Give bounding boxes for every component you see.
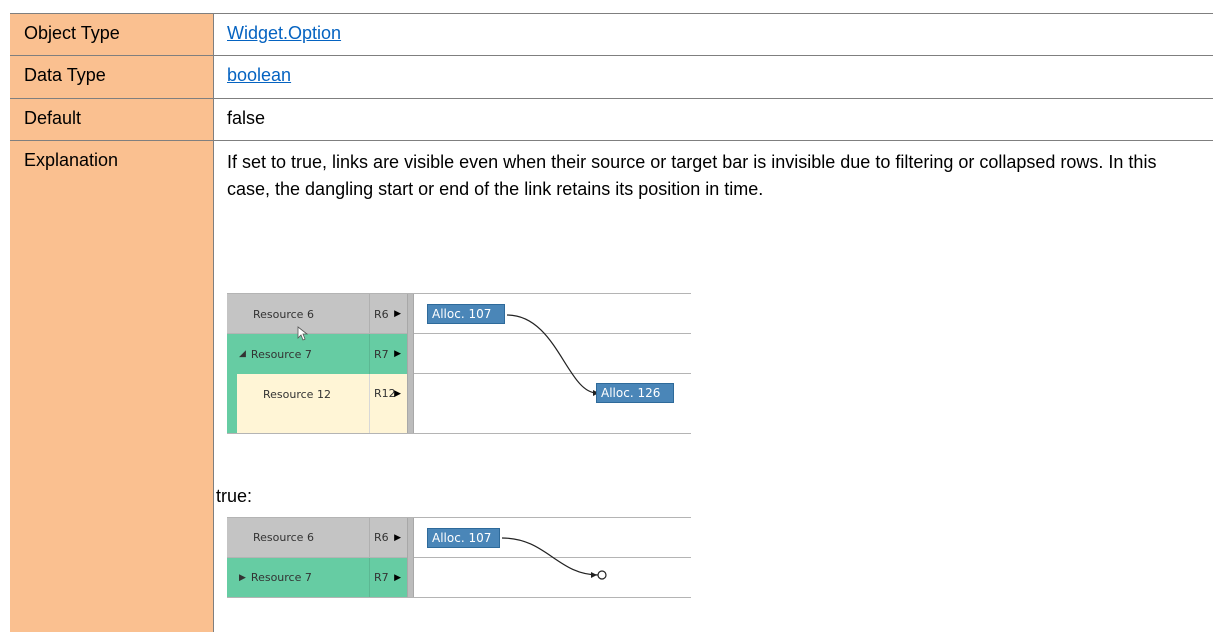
row-data-type: Data Type boolean: [10, 56, 1213, 98]
mouse-cursor-icon: [297, 326, 309, 341]
bar-alloc-107[interactable]: Alloc. 107: [427, 528, 500, 548]
label-data-type: Data Type: [10, 56, 214, 98]
example-true-label: true:: [216, 486, 253, 506]
data-type-link[interactable]: boolean: [227, 65, 291, 85]
gantt-example-false: Resource 6 R6 ▶ ◢ Resource 7 R7 ▶ Resour…: [227, 293, 691, 435]
dangling-end-circle-icon: [597, 570, 607, 580]
value-data-type: boolean: [214, 56, 1213, 98]
link-path: [506, 314, 598, 394]
value-object-type: Widget.Option: [214, 14, 1213, 55]
row-object-type: Object Type Widget.Option: [10, 14, 1213, 55]
bar-alloc-126[interactable]: Alloc. 126: [596, 383, 674, 403]
bar-alloc-107[interactable]: Alloc. 107: [427, 304, 505, 324]
object-type-link[interactable]: Widget.Option: [227, 23, 341, 43]
explanation-text: If set to true, links are visible even w…: [227, 152, 1157, 199]
gantt-example-true: Resource 6 R6 ▶ ▶ Resource 7 R7 ▶ Alloc.…: [227, 517, 691, 601]
value-default: false: [227, 108, 266, 128]
label-explanation: Explanation: [10, 141, 214, 632]
link-arrowhead-icon: [591, 572, 597, 578]
label-object-type: Object Type: [10, 14, 214, 55]
label-default: Default: [10, 99, 214, 140]
link-path: [501, 537, 600, 576]
row-default: Default false: [10, 99, 1213, 140]
